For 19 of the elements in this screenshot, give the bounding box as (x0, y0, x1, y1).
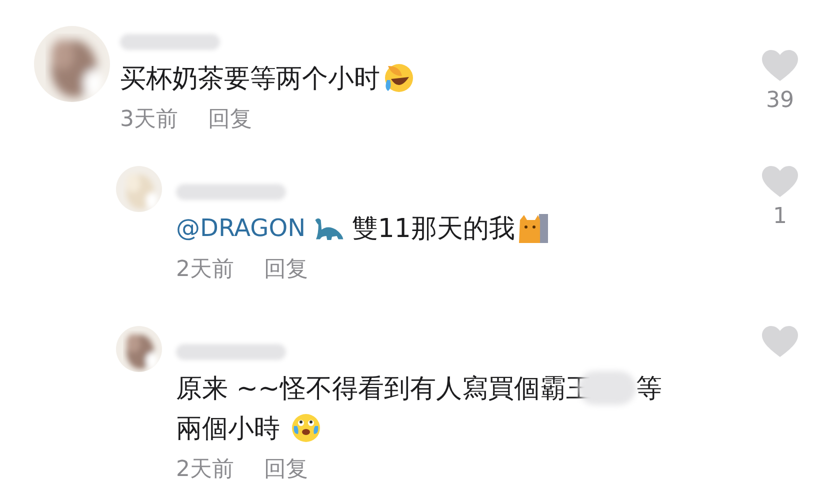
laughing-face-icon (382, 62, 414, 94)
reply-link[interactable]: 回复 (208, 104, 252, 134)
heart-icon[interactable] (762, 326, 798, 358)
like-count: 39 (766, 88, 794, 113)
reply-link[interactable]: 回复 (264, 254, 308, 284)
heart-icon[interactable] (762, 166, 798, 198)
mention-link[interactable]: @DRAGON (176, 214, 306, 242)
reply-link[interactable]: 回复 (264, 454, 308, 484)
heart-icon[interactable] (762, 50, 798, 82)
cat-icon (516, 212, 549, 244)
comment-text: 等 (636, 372, 662, 406)
timestamp: 3天前 (120, 106, 178, 134)
comment-text: 兩個小時 (176, 412, 281, 446)
comment-text: 买杯奶茶要等两个小时 (120, 62, 380, 96)
timestamp: 2天前 (176, 456, 234, 484)
like-count: 1 (773, 204, 787, 229)
comment-text: 雙11那天的我 (350, 212, 515, 246)
crying-face-icon (290, 412, 322, 444)
timestamp: 2天前 (176, 256, 234, 284)
